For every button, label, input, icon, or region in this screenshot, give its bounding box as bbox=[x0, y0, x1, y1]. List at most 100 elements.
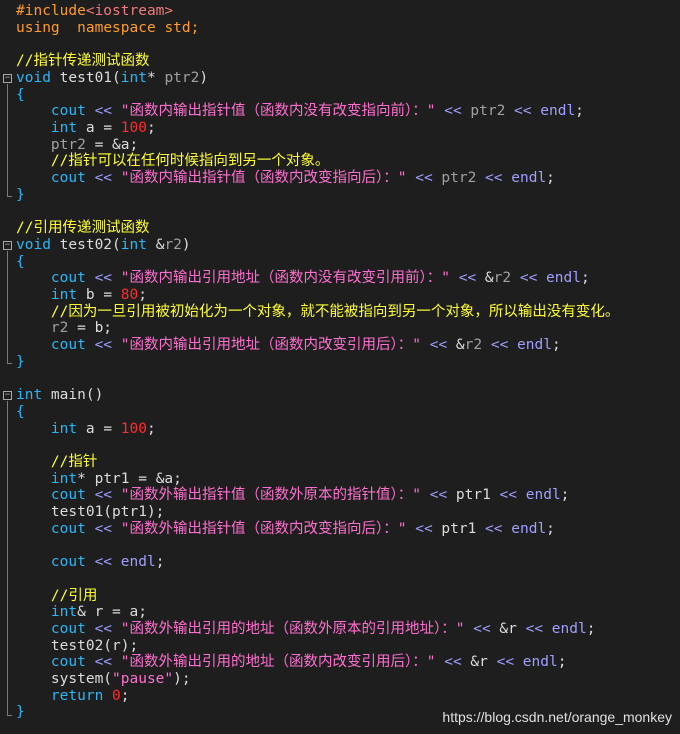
code-token: << bbox=[85, 337, 121, 353]
code-line[interactable]: ptr2 = &a; bbox=[16, 137, 138, 154]
code-token: system( bbox=[50, 671, 113, 687]
code-token: cout bbox=[50, 270, 86, 287]
code-line[interactable]: cout << "函数内输出引用地址（函数内改变引用后）：" << &r2 <<… bbox=[16, 337, 561, 354]
code-token: ; bbox=[557, 654, 567, 671]
code-token: a = bbox=[77, 420, 121, 437]
code-line[interactable]: int b = 80; bbox=[16, 287, 147, 304]
code-token: 0 bbox=[112, 687, 121, 704]
code-token: cout bbox=[50, 554, 86, 571]
code-line[interactable]: r2 = b; bbox=[16, 320, 112, 337]
code-token: r2 bbox=[464, 337, 483, 353]
code-token: using bbox=[16, 19, 60, 36]
code-token: ; bbox=[575, 103, 584, 120]
code-line[interactable]: int a = 100; bbox=[16, 421, 156, 438]
code-line[interactable]: //引用传递测试函数 bbox=[16, 220, 149, 237]
code-line[interactable]: { bbox=[16, 404, 25, 421]
code-token: endl bbox=[517, 337, 552, 353]
code-line[interactable]: //指针传递测试函数 bbox=[16, 53, 149, 70]
code-line[interactable]: cout << "函数内输出指针值（函数内没有改变指向前）：" << ptr2 … bbox=[16, 103, 584, 120]
code-line[interactable]: } bbox=[16, 704, 25, 721]
code-line[interactable]: cout << endl; bbox=[16, 554, 165, 571]
code-line[interactable]: cout << "函数外输出引用的地址（函数内改变引用后）：" << &r <<… bbox=[16, 654, 567, 671]
code-line[interactable]: int main() bbox=[16, 387, 103, 404]
code-token: << bbox=[435, 103, 471, 120]
fold-end-marker bbox=[7, 363, 12, 364]
code-line[interactable]: } bbox=[16, 187, 25, 204]
code-token: "函数外输出指针值（函数内改变指向后）：" bbox=[120, 520, 407, 537]
code-token: } bbox=[16, 353, 25, 370]
code-line[interactable]: using namespace std; bbox=[16, 20, 199, 37]
code-token: b = bbox=[77, 286, 121, 303]
code-line[interactable]: int* ptr1 = &a; bbox=[16, 471, 182, 488]
code-token: { bbox=[16, 253, 25, 270]
code-token: int bbox=[16, 387, 43, 404]
code-line[interactable]: #include<iostream> bbox=[16, 3, 173, 20]
code-token: & bbox=[146, 236, 165, 253]
code-line[interactable]: test02(r); bbox=[16, 638, 138, 655]
code-token: #include bbox=[16, 3, 86, 19]
code-token: } bbox=[16, 704, 25, 721]
code-token: & r = a; bbox=[77, 604, 147, 621]
code-line[interactable]: //指针 bbox=[16, 454, 97, 471]
code-token: ; bbox=[546, 170, 555, 186]
code-token: { bbox=[16, 403, 25, 420]
code-line[interactable]: //引用 bbox=[16, 588, 97, 605]
code-token: << bbox=[435, 654, 471, 671]
code-token: << bbox=[516, 620, 552, 637]
code-token: endl bbox=[551, 620, 587, 637]
code-line[interactable]: system("pause"); bbox=[16, 671, 191, 688]
code-token: ptr1 bbox=[441, 520, 477, 537]
code-token: ; bbox=[155, 554, 165, 571]
code-token: ; bbox=[190, 19, 200, 36]
code-line[interactable]: { bbox=[16, 87, 25, 104]
code-line[interactable]: return 0; bbox=[16, 688, 130, 705]
code-line[interactable]: void test02(int &r2) bbox=[16, 237, 191, 254]
code-token: << bbox=[406, 170, 442, 186]
code-token: cout bbox=[50, 520, 86, 537]
code-token: << bbox=[487, 654, 523, 671]
code-token: endl bbox=[120, 554, 156, 571]
code-token: r2 bbox=[493, 270, 512, 287]
fold-collapse-icon[interactable]: − bbox=[3, 241, 12, 250]
code-token: cout bbox=[50, 103, 86, 120]
code-editor[interactable]: − − − #include<iostream> using namespace … bbox=[0, 0, 680, 734]
code-token: << bbox=[85, 487, 121, 504]
code-token: int bbox=[120, 236, 147, 253]
code-token: int bbox=[50, 604, 78, 621]
code-token: cout bbox=[50, 170, 86, 186]
code-line[interactable]: cout << "函数外输出指针值（函数内改变指向后）：" << ptr1 <<… bbox=[16, 521, 555, 538]
code-token: & bbox=[455, 337, 465, 353]
fold-collapse-icon[interactable]: − bbox=[3, 391, 12, 400]
code-token: return bbox=[50, 687, 104, 704]
code-line[interactable]: //因为一旦引用被初始化为一个对象，就不能被指向到另一个对象，所以输出没有变化。 bbox=[16, 304, 619, 321]
code-line[interactable]: cout << "函数内输出引用地址（函数内没有改变引用前）：" << &r2 … bbox=[16, 270, 590, 287]
code-line[interactable]: int& r = a; bbox=[16, 604, 147, 621]
fold-collapse-icon[interactable]: − bbox=[3, 74, 12, 83]
code-line[interactable]: test01(ptr1); bbox=[16, 504, 165, 521]
code-line[interactable]: cout << "函数内输出指针值（函数内改变指向后）：" << ptr2 <<… bbox=[16, 170, 555, 187]
code-token: "函数内输出指针值（函数内改变指向后）：" bbox=[120, 170, 407, 186]
code-line[interactable]: } bbox=[16, 354, 25, 371]
code-line[interactable]: void test01(int* ptr2) bbox=[16, 70, 208, 87]
code-line[interactable]: { bbox=[16, 254, 25, 271]
code-token: << bbox=[490, 487, 526, 504]
code-token: "函数内输出引用地址（函数内没有改变引用前）：" bbox=[120, 270, 450, 287]
code-line[interactable]: int a = 100; bbox=[16, 120, 156, 137]
code-token: << bbox=[476, 520, 512, 537]
code-line[interactable]: //指针可以在任何时候指向到另一个对象。 bbox=[16, 153, 329, 170]
code-line[interactable]: cout << "函数外输出指针值（函数外原本的指针值）：" << ptr1 <… bbox=[16, 487, 569, 504]
code-line[interactable]: cout << "函数外输出引用的地址（函数外原本的引用地址）：" << &r … bbox=[16, 620, 596, 638]
